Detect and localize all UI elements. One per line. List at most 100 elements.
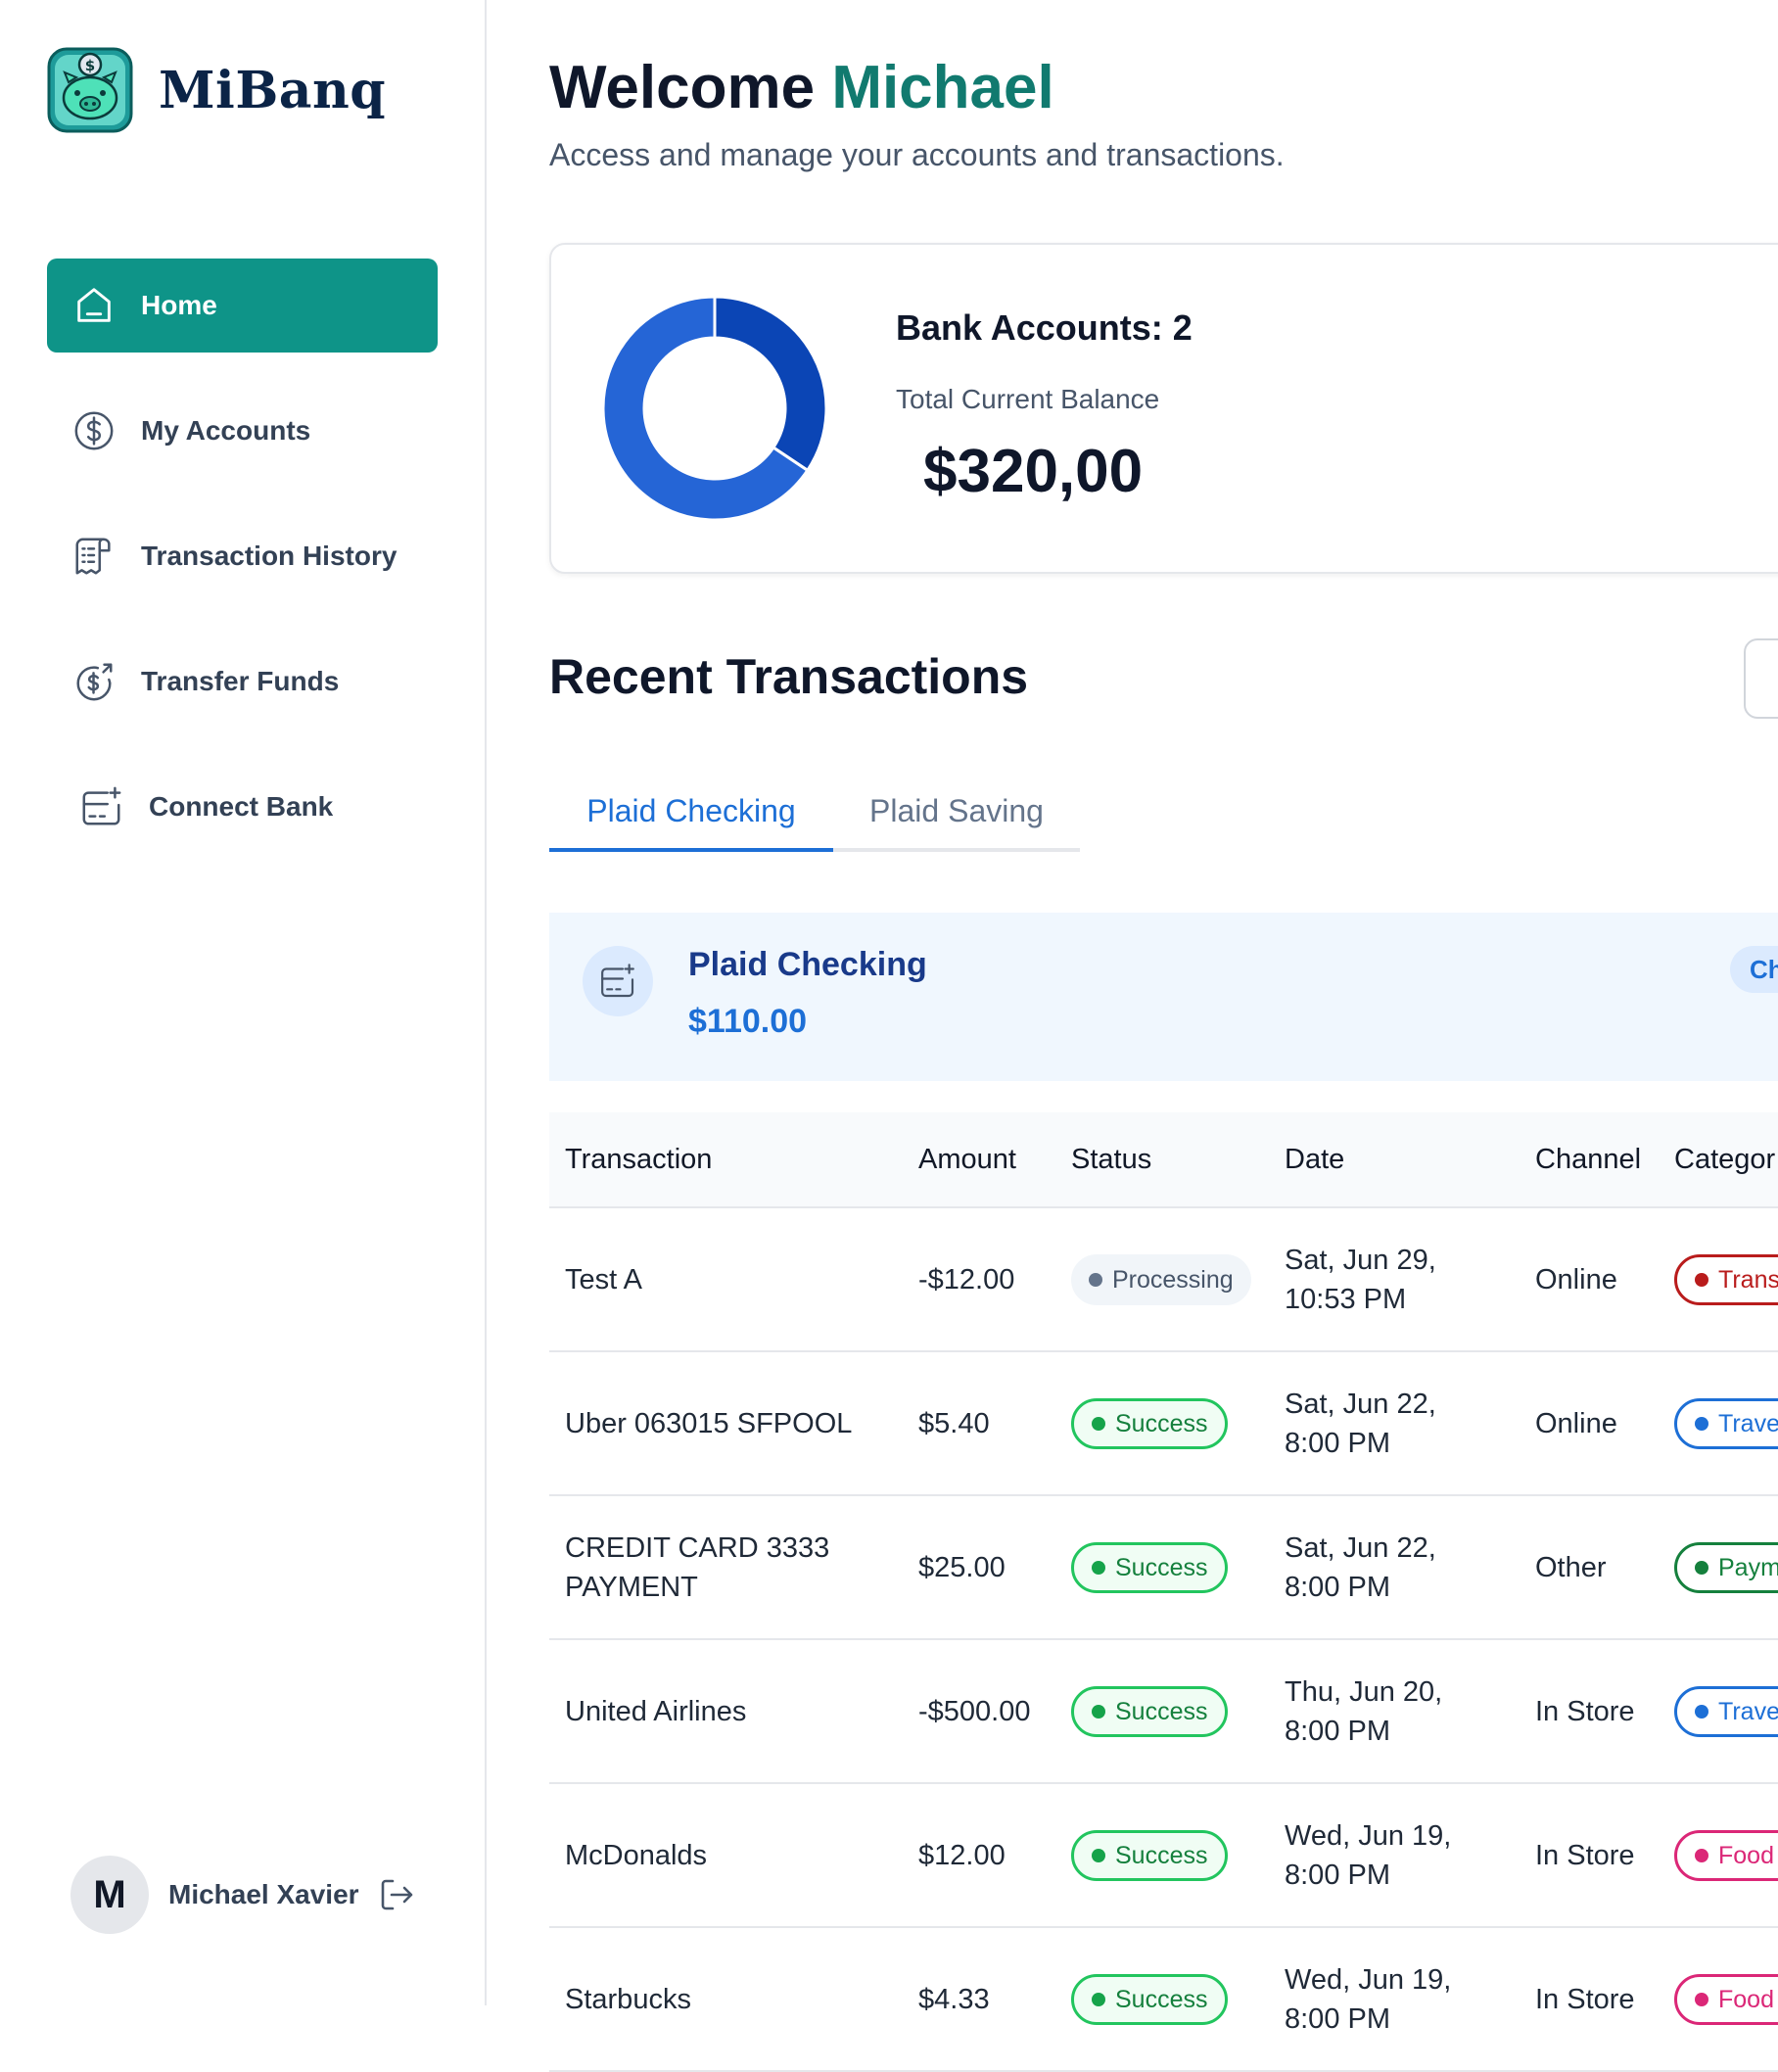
- sidebar-item-label: My Accounts: [141, 415, 311, 446]
- account-info-banner: Plaid Checking $110.00 Ch: [549, 913, 1778, 1081]
- home-icon: [70, 282, 117, 329]
- table-row[interactable]: CREDIT CARD 3333 PAYMENT $25.00 Success Sat…: [549, 1496, 1778, 1640]
- transaction-channel: Other: [1535, 1551, 1607, 1583]
- transaction-category: Transf: [1674, 1208, 1778, 1350]
- page-title: Welcome Michael: [549, 53, 1054, 122]
- transaction-date: Thu, Jun 20, 8:00 PM: [1285, 1675, 1443, 1747]
- column-header-date: Date: [1285, 1143, 1345, 1175]
- transaction-category: Payme: [1674, 1496, 1778, 1638]
- column-header-transaction: Transaction: [565, 1143, 713, 1175]
- status-dot: [1092, 1560, 1105, 1575]
- transaction-date: Wed, Jun 19, 8:00 PM: [1285, 1963, 1452, 2035]
- status-badge: Success: [1071, 1541, 1229, 1593]
- category-label: Payme: [1718, 1553, 1778, 1581]
- transaction-amount: $5.40: [918, 1407, 990, 1439]
- account-type-badge: Ch: [1730, 946, 1778, 993]
- status-dot: [1092, 1704, 1105, 1719]
- category-dot: [1695, 1272, 1708, 1287]
- status-dot: [1089, 1272, 1102, 1287]
- welcome-text: Welcome: [549, 54, 816, 121]
- transaction-channel: In Store: [1535, 1983, 1635, 2015]
- transaction-category: Food a: [1674, 1784, 1778, 1926]
- table-row[interactable]: Uber 063015 SFPOOL $5.40 Success Sat, Jun 2…: [549, 1352, 1778, 1496]
- category-label: Food a: [1718, 1841, 1778, 1869]
- sidebar-item-label: Connect Bank: [149, 791, 334, 822]
- page-subtitle: Access and manage your accounts and tran…: [549, 137, 1285, 172]
- transaction-date: Sat, Jun 22, 8:00 PM: [1285, 1388, 1436, 1459]
- transaction-channel: In Store: [1535, 1839, 1635, 1871]
- transaction-channel: Online: [1535, 1407, 1617, 1439]
- category-badge: Payme: [1674, 1541, 1778, 1593]
- connect-bank-icon: [583, 946, 653, 1016]
- account-tabs: Plaid Checking Plaid Saving: [549, 774, 1080, 852]
- table-body: Test A -$12.00 Processing Sat, Jun 29, 10:5…: [549, 1208, 1778, 2072]
- user-profile: M Michael Xavier: [70, 1856, 416, 1934]
- status-dot: [1092, 1992, 1105, 2006]
- total-balance-card: Bank Accounts: 2 Total Current Balance $…: [549, 243, 1778, 574]
- table-row[interactable]: United Airlines -$500.00 Success Thu, Jun 2…: [549, 1640, 1778, 1784]
- account-balance: $110.00: [688, 1003, 808, 1040]
- tab-plaid-saving[interactable]: Plaid Saving: [833, 774, 1080, 848]
- transaction-status: Success: [1071, 1352, 1277, 1494]
- transaction-amount: $25.00: [918, 1551, 1006, 1583]
- table-row[interactable]: Test A -$12.00 Processing Sat, Jun 29, 10:5…: [549, 1208, 1778, 1352]
- bank-accounts-count: Bank Accounts: 2: [896, 307, 1193, 348]
- transaction-channel: In Store: [1535, 1695, 1635, 1727]
- sidebar-item-label: Transfer Funds: [141, 666, 340, 696]
- category-badge: Travel: [1674, 1397, 1778, 1449]
- sidebar-item-home[interactable]: Home: [47, 259, 438, 353]
- status-badge: Processing: [1071, 1253, 1251, 1305]
- category-label: Food a: [1718, 1985, 1778, 2013]
- user-name: Michael Xavier: [168, 1879, 359, 1909]
- category-badge: Travel: [1674, 1685, 1778, 1737]
- transaction-name: Starbucks: [565, 1983, 691, 2015]
- transaction-name: CREDIT CARD 3333 PAYMENT: [565, 1531, 830, 1603]
- sidebar-item-transaction-history[interactable]: Transaction History: [47, 509, 438, 603]
- transaction-amount: $12.00: [918, 1839, 1006, 1871]
- status-label: Success: [1115, 1697, 1208, 1725]
- sidebar-item-my-accounts[interactable]: My Accounts: [47, 384, 438, 478]
- transaction-status: Success: [1071, 1784, 1277, 1926]
- transaction-category: Food a: [1674, 1928, 1778, 2070]
- total-balance-value: $320,00: [923, 438, 1144, 505]
- category-dot: [1695, 1704, 1708, 1719]
- brand-name: MiBanq: [159, 60, 387, 120]
- sidebar-item-transfer-funds[interactable]: Transfer Funds: [47, 635, 438, 729]
- sidebar-item-label: Home: [141, 290, 217, 320]
- connect-bank-icon: [78, 783, 125, 830]
- column-header-status: Status: [1071, 1143, 1152, 1175]
- money-send-icon: [70, 658, 117, 705]
- category-label: Travel: [1718, 1409, 1778, 1437]
- table-header: Transaction Amount Status Date Channel C…: [549, 1112, 1778, 1208]
- receipt-icon: [70, 533, 117, 580]
- brand-logo[interactable]: $ MiBanq: [47, 47, 386, 133]
- logout-icon[interactable]: [377, 1875, 416, 1914]
- category-badge: Food a: [1674, 1829, 1778, 1881]
- transaction-status: Success: [1071, 1496, 1277, 1638]
- table-row[interactable]: McDonalds $12.00 Success Wed, Jun 19, 8:00 …: [549, 1784, 1778, 1928]
- transaction-category: Travel: [1674, 1640, 1778, 1782]
- sidebar-item-connect-bank[interactable]: Connect Bank: [47, 760, 438, 854]
- status-badge: Success: [1071, 1397, 1229, 1449]
- column-header-channel: Channel: [1535, 1143, 1642, 1175]
- tab-plaid-checking[interactable]: Plaid Checking: [549, 774, 833, 852]
- view-all-button[interactable]: [1744, 638, 1778, 719]
- category-label: Travel: [1718, 1697, 1778, 1725]
- transaction-channel: Online: [1535, 1263, 1617, 1295]
- status-label: Success: [1115, 1553, 1208, 1581]
- piggy-bank-icon: $: [47, 47, 133, 133]
- recent-transactions-title: Recent Transactions: [549, 649, 1029, 704]
- sidebar: $ MiBanq Home My Accounts Transaction Hi…: [0, 0, 487, 2005]
- transaction-name: McDonalds: [565, 1839, 708, 1871]
- transaction-amount: -$12.00: [918, 1263, 1015, 1295]
- status-badge: Success: [1071, 1973, 1229, 2025]
- status-label: Success: [1115, 1985, 1208, 2013]
- transaction-status: Success: [1071, 1928, 1277, 2070]
- category-badge: Transf: [1674, 1253, 1778, 1305]
- transaction-status: Processing: [1071, 1208, 1277, 1350]
- account-name: Plaid Checking: [688, 946, 927, 983]
- status-label: Success: [1115, 1841, 1208, 1869]
- avatar[interactable]: M: [70, 1856, 149, 1934]
- table-row[interactable]: Starbucks $4.33 Success Wed, Jun 19, 8:00 P…: [549, 1928, 1778, 2072]
- category-dot: [1695, 1992, 1708, 2006]
